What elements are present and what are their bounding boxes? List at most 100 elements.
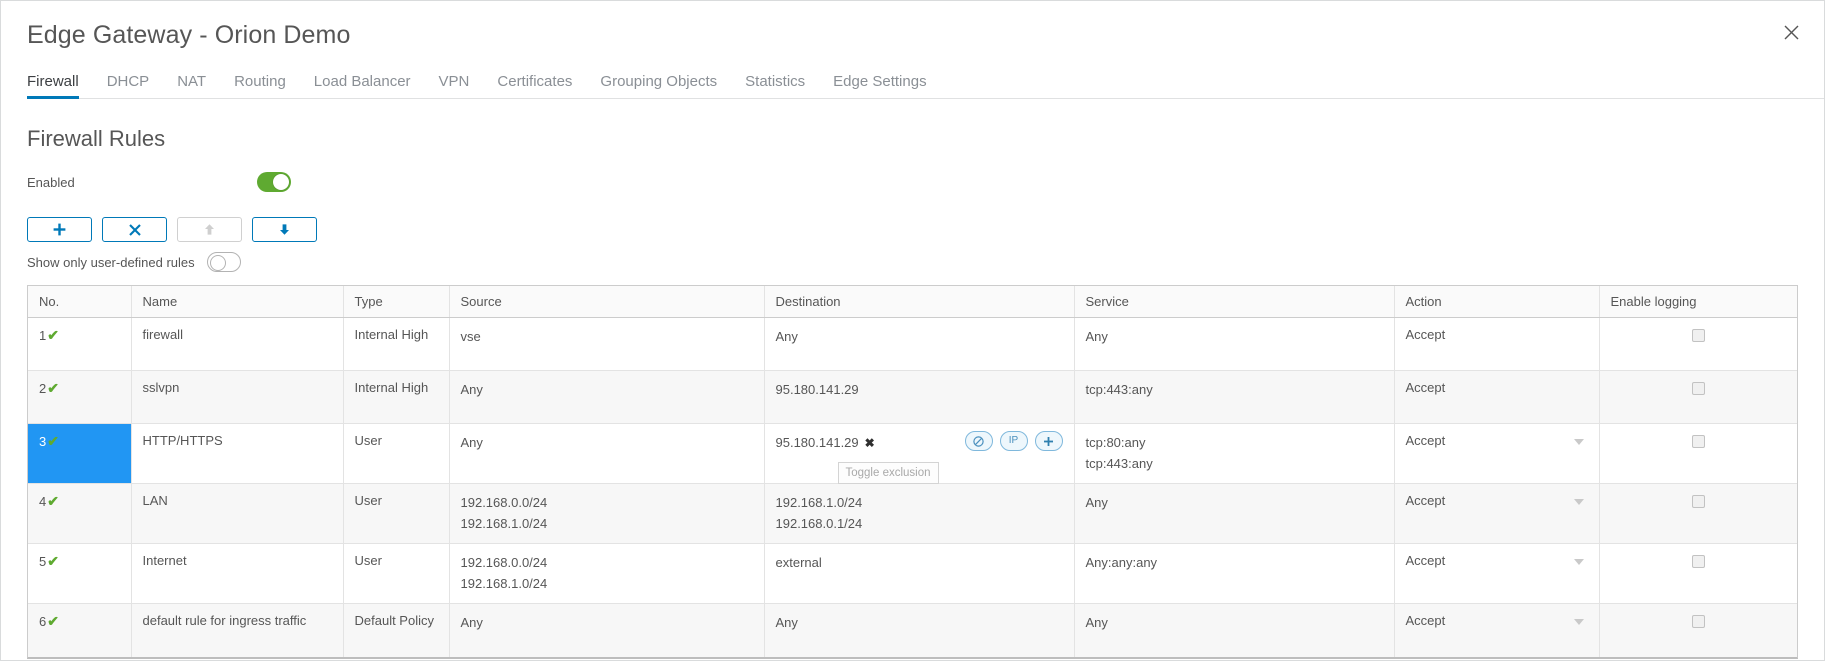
rule-action-cell[interactable]: Accept — [1394, 423, 1600, 484]
tab-routing[interactable]: Routing — [220, 74, 300, 99]
rule-service-cell[interactable]: tcp:443:any — [1074, 370, 1395, 424]
tooltip-toggle-exclusion: Toggle exclusion — [837, 462, 939, 484]
rule-source-cell[interactable]: 192.168.0.0/24 192.168.1.0/24 — [449, 543, 765, 604]
column-header-enable-logging[interactable]: Enable logging — [1599, 286, 1797, 318]
tab-dhcp[interactable]: DHCP — [93, 74, 164, 99]
rule-number: 3 — [39, 434, 47, 449]
rule-destination-cell[interactable]: external — [764, 543, 1075, 604]
rule-destination-cell[interactable]: Any — [764, 603, 1075, 657]
tab-edge-settings[interactable]: Edge Settings — [819, 74, 940, 99]
rule-type: Default Policy — [354, 613, 434, 628]
firewall-rules-section: Firewall Rules Enabled Show only user-de… — [1, 125, 1824, 659]
rule-number-cell[interactable]: 3✔ — [28, 423, 132, 484]
rule-number-cell[interactable]: 5✔ — [28, 543, 132, 604]
chevron-down-icon[interactable] — [1573, 559, 1584, 565]
tab-grouping-objects[interactable]: Grouping Objects — [586, 74, 731, 99]
user-defined-filter-row: Show only user-defined rules — [27, 251, 1798, 273]
tab-load-balancer[interactable]: Load Balancer — [300, 74, 425, 99]
rule-name-cell[interactable]: sslvpn — [131, 370, 344, 424]
rule-destination-value: external — [775, 555, 822, 570]
table-row[interactable]: 5✔ Internet User 192.168.0.0/24 192.168.1.0/… — [28, 543, 1797, 604]
rule-service-cell[interactable]: Any — [1074, 317, 1395, 371]
rule-name-cell[interactable]: LAN — [131, 483, 344, 544]
column-header-name[interactable]: Name — [131, 286, 344, 318]
delete-rule-button[interactable] — [102, 217, 167, 242]
firewall-rules-table-body: 1✔ firewall Internal High vse Any Any Accept 2✔… — [28, 317, 1797, 657]
rule-source-cell[interactable]: Any — [449, 423, 765, 484]
firewall-enabled-toggle[interactable] — [257, 172, 291, 192]
rule-service-cell[interactable]: Any:any:any — [1074, 543, 1395, 604]
add-button[interactable] — [1034, 431, 1063, 451]
rule-destination-cell[interactable]: Any — [764, 317, 1075, 371]
rule-source-cell[interactable]: Any — [449, 370, 765, 424]
enable-logging-checkbox[interactable] — [1691, 329, 1705, 343]
rule-service-value: tcp:443:any — [1085, 456, 1153, 471]
rule-action-value: Accept — [1405, 553, 1446, 568]
table-header-row: No. Name Type Source Destination Service… — [28, 286, 1797, 318]
column-header-action[interactable]: Action — [1394, 286, 1600, 318]
remove-destination-icon[interactable]: ✖ — [865, 436, 875, 450]
rule-name-cell[interactable]: HTTP/HTTPS — [131, 423, 344, 484]
rule-destination-cell[interactable]: 95.180.141.29 ✖ IP Toggle exclusion — [764, 423, 1075, 484]
chevron-down-icon[interactable] — [1573, 619, 1584, 625]
rule-action-cell[interactable]: Accept — [1394, 317, 1600, 371]
enable-logging-checkbox[interactable] — [1691, 615, 1705, 629]
rule-source-cell[interactable]: Any — [449, 603, 765, 657]
rule-service-cell[interactable]: Any — [1074, 603, 1395, 657]
move-rule-down-button[interactable] — [252, 217, 317, 242]
close-icon[interactable] — [1774, 15, 1808, 49]
enable-logging-checkbox[interactable] — [1691, 435, 1705, 449]
show-user-defined-toggle[interactable] — [206, 252, 241, 272]
tab-statistics[interactable]: Statistics — [731, 74, 819, 99]
rule-destination-cell[interactable]: 95.180.141.29 — [764, 370, 1075, 424]
rule-logging-cell — [1599, 423, 1797, 484]
rule-name-cell[interactable]: firewall — [131, 317, 344, 371]
column-header-service[interactable]: Service — [1074, 286, 1395, 318]
table-row[interactable]: 4✔ LAN User 192.168.0.0/24 192.168.1.0/24 192… — [28, 483, 1797, 544]
rule-source-value: Any — [460, 435, 483, 450]
toggle-exclusion-icon[interactable] — [964, 431, 993, 451]
enable-logging-checkbox[interactable] — [1691, 555, 1705, 569]
table-row[interactable]: 3✔ HTTP/HTTPS User Any 95.180.141.29 ✖ IP Toggl… — [28, 423, 1797, 484]
move-rule-up-button[interactable] — [177, 217, 242, 242]
column-header-no[interactable]: No. — [28, 286, 132, 318]
rule-source-cell[interactable]: vse — [449, 317, 765, 371]
rule-number-cell[interactable]: 2✔ — [28, 370, 132, 424]
rule-number-cell[interactable]: 1✔ — [28, 317, 132, 371]
table-row[interactable]: 1✔ firewall Internal High vse Any Any Accept — [28, 317, 1797, 371]
tab-firewall[interactable]: Firewall — [27, 74, 93, 99]
rule-destination-cell[interactable]: 192.168.1.0/24 192.168.0.1/24 — [764, 483, 1075, 544]
rule-name: HTTP/HTTPS — [142, 433, 223, 448]
chevron-down-icon[interactable] — [1573, 439, 1584, 445]
rule-action-cell[interactable]: Accept — [1394, 603, 1600, 657]
column-header-source[interactable]: Source — [449, 286, 765, 318]
rule-number-cell[interactable]: 4✔ — [28, 483, 132, 544]
rule-logging-cell — [1599, 603, 1797, 657]
destination-actions: IP — [964, 431, 1063, 451]
chevron-down-icon[interactable] — [1573, 499, 1584, 505]
rule-number-cell[interactable]: 6✔ — [28, 603, 132, 657]
tab-certificates[interactable]: Certificates — [483, 74, 586, 99]
enabled-label: Enabled — [27, 174, 75, 190]
enable-logging-checkbox[interactable] — [1691, 382, 1705, 396]
rule-action-cell[interactable]: Accept — [1394, 370, 1600, 424]
tab-nat[interactable]: NAT — [163, 74, 220, 99]
enable-logging-checkbox[interactable] — [1691, 495, 1705, 509]
rule-service-cell[interactable]: tcp:80:any tcp:443:any — [1074, 423, 1395, 484]
rule-enabled-check-icon: ✔ — [47, 613, 59, 629]
rule-name-cell[interactable]: Internet — [131, 543, 344, 604]
table-row[interactable]: 2✔ sslvpn Internal High Any 95.180.141.29 tcp… — [28, 370, 1797, 424]
column-header-type[interactable]: Type — [343, 286, 450, 318]
rule-service-cell[interactable]: Any — [1074, 483, 1395, 544]
table-row[interactable]: 6✔ default rule for ingress traffic Defaul… — [28, 603, 1797, 657]
rule-enabled-check-icon: ✔ — [47, 553, 59, 569]
rule-action-cell[interactable]: Accept — [1394, 543, 1600, 604]
rule-source-cell[interactable]: 192.168.0.0/24 192.168.1.0/24 — [449, 483, 765, 544]
rule-name-cell[interactable]: default rule for ingress traffic — [131, 603, 344, 657]
rule-action-cell[interactable]: Accept — [1394, 483, 1600, 544]
column-header-destination[interactable]: Destination — [764, 286, 1075, 318]
add-rule-button[interactable] — [27, 217, 92, 242]
ip-button[interactable]: IP — [999, 431, 1028, 451]
rule-logging-cell — [1599, 543, 1797, 604]
tab-vpn[interactable]: VPN — [425, 74, 484, 99]
